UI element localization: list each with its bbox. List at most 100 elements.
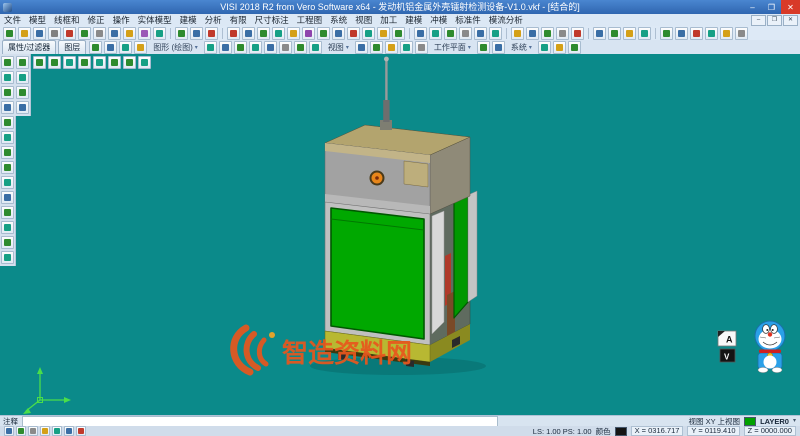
toolbar-icon[interactable] bbox=[675, 27, 688, 40]
machine-side-door-edge[interactable] bbox=[468, 191, 477, 302]
toolbar-icon[interactable] bbox=[459, 27, 472, 40]
status-toolbar-icon[interactable] bbox=[16, 426, 26, 436]
toolbar-icon[interactable] bbox=[63, 27, 76, 40]
toolbar-icon[interactable] bbox=[190, 27, 203, 40]
maximize-button[interactable]: ❐ bbox=[762, 0, 781, 14]
chevron-down-icon[interactable]: ▾ bbox=[793, 419, 796, 424]
menu-item[interactable]: 实体模型 bbox=[134, 14, 176, 26]
viewport-toolbar-icon[interactable] bbox=[108, 56, 121, 69]
toolbar-icon[interactable] bbox=[249, 41, 262, 54]
toolbar-icon[interactable] bbox=[3, 27, 16, 40]
current-color-swatch[interactable] bbox=[615, 427, 627, 436]
menu-item[interactable]: 工程图 bbox=[293, 14, 327, 26]
left-toolbar-icon[interactable] bbox=[1, 176, 14, 189]
toolbar-icon[interactable] bbox=[355, 41, 368, 54]
toolbar-icon[interactable] bbox=[234, 41, 247, 54]
toolbar-icon[interactable] bbox=[302, 27, 315, 40]
toolbar-icon[interactable] bbox=[608, 27, 621, 40]
viewport-toolbar-icon[interactable] bbox=[48, 56, 61, 69]
group-label-graphics[interactable]: 图形 (绘图) ▾ bbox=[153, 42, 198, 53]
toolbar-icon[interactable] bbox=[219, 41, 232, 54]
group-label-workplane[interactable]: 工作平面 ▾ bbox=[434, 42, 471, 53]
toolbar-icon[interactable] bbox=[227, 27, 240, 40]
toolbar-icon[interactable] bbox=[385, 41, 398, 54]
menu-item[interactable]: 模流分析 bbox=[485, 14, 527, 26]
menu-item[interactable]: 标准件 bbox=[451, 14, 485, 26]
toolbar-icon[interactable] bbox=[370, 41, 383, 54]
toolbar-icon[interactable] bbox=[444, 27, 457, 40]
toolbar-icon[interactable] bbox=[347, 27, 360, 40]
left-toolbar-icon[interactable] bbox=[1, 131, 14, 144]
machine-front-green-panel[interactable] bbox=[331, 208, 424, 339]
viewport-toolbar-icon[interactable] bbox=[123, 56, 136, 69]
toolbar-icon[interactable] bbox=[489, 27, 502, 40]
toolbar-icon[interactable] bbox=[414, 27, 427, 40]
toolbar-icon[interactable] bbox=[400, 41, 413, 54]
toolbar-icon[interactable] bbox=[93, 27, 106, 40]
status-toolbar-icon[interactable] bbox=[76, 426, 86, 436]
left-toolbar-icon[interactable] bbox=[16, 101, 29, 114]
toolbar-icon[interactable] bbox=[134, 41, 147, 54]
menu-item[interactable]: 有限 bbox=[226, 14, 251, 26]
menu-item[interactable]: 分析 bbox=[201, 14, 226, 26]
toolbar-icon[interactable] bbox=[660, 27, 673, 40]
status-toolbar-icon[interactable] bbox=[28, 426, 38, 436]
menu-item[interactable]: 操作 bbox=[109, 14, 134, 26]
toolbar-icon[interactable] bbox=[638, 27, 651, 40]
menu-item[interactable]: 视图 bbox=[351, 14, 376, 26]
close-button[interactable]: ✕ bbox=[781, 0, 800, 14]
menu-item[interactable]: 线框和 bbox=[50, 14, 84, 26]
toolbar-icon[interactable] bbox=[309, 41, 322, 54]
toolbar-icon[interactable] bbox=[104, 41, 117, 54]
left-toolbar-icon[interactable] bbox=[16, 56, 29, 69]
mdi-minimize-button[interactable]: – bbox=[751, 15, 766, 26]
toolbar-icon[interactable] bbox=[272, 27, 285, 40]
group-label-system[interactable]: 系统 ▾ bbox=[511, 42, 532, 53]
left-toolbar-icon[interactable] bbox=[1, 71, 14, 84]
toolbar-icon[interactable] bbox=[556, 27, 569, 40]
ribbon-tab[interactable]: 属性/过滤器 bbox=[2, 40, 56, 54]
toolbar-icon[interactable] bbox=[705, 27, 718, 40]
toolbar-icon[interactable] bbox=[257, 27, 270, 40]
mdi-close-button[interactable]: ✕ bbox=[783, 15, 798, 26]
toolbar-icon[interactable] bbox=[317, 27, 330, 40]
ribbon-tab[interactable]: 图层 bbox=[58, 40, 86, 54]
toolbar-icon[interactable] bbox=[264, 41, 277, 54]
minimize-button[interactable]: – bbox=[743, 0, 762, 14]
viewport-toolbar-icon[interactable] bbox=[63, 56, 76, 69]
group-label-view[interactable]: 视图 ▾ bbox=[328, 42, 349, 53]
toolbar-icon[interactable] bbox=[204, 41, 217, 54]
menu-item[interactable]: 修正 bbox=[84, 14, 109, 26]
toolbar-icon[interactable] bbox=[332, 27, 345, 40]
toolbar-icon[interactable] bbox=[553, 41, 566, 54]
menu-item[interactable]: 建模 bbox=[401, 14, 426, 26]
toolbar-icon[interactable] bbox=[48, 27, 61, 40]
toolbar-icon[interactable] bbox=[541, 27, 554, 40]
left-toolbar-icon[interactable] bbox=[1, 86, 14, 99]
toolbar-icon[interactable] bbox=[477, 41, 490, 54]
viewport-toolbar-icon[interactable] bbox=[138, 56, 151, 69]
toolbar-icon[interactable] bbox=[690, 27, 703, 40]
toolbar-icon[interactable] bbox=[623, 27, 636, 40]
toolbar-icon[interactable] bbox=[153, 27, 166, 40]
toolbar-icon[interactable] bbox=[735, 27, 748, 40]
toolbar-icon[interactable] bbox=[18, 27, 31, 40]
toolbar-icon[interactable] bbox=[287, 27, 300, 40]
left-toolbar-icon[interactable] bbox=[1, 56, 14, 69]
status-toolbar-icon[interactable] bbox=[64, 426, 74, 436]
machine-control-panel[interactable] bbox=[404, 161, 428, 187]
left-toolbar-icon[interactable] bbox=[1, 236, 14, 249]
menu-item[interactable]: 文件 bbox=[0, 14, 25, 26]
left-toolbar-icon[interactable] bbox=[16, 71, 29, 84]
machine-side-white-strip[interactable] bbox=[432, 211, 444, 334]
status-toolbar-icon[interactable] bbox=[40, 426, 50, 436]
toolbar-icon[interactable] bbox=[526, 27, 539, 40]
viewport-toolbar-icon[interactable] bbox=[33, 56, 46, 69]
mdi-restore-button[interactable]: ❐ bbox=[767, 15, 782, 26]
viewport-toolbar-icon[interactable] bbox=[78, 56, 91, 69]
toolbar-icon[interactable] bbox=[362, 27, 375, 40]
toolbar-icon[interactable] bbox=[89, 41, 102, 54]
machine-side-green-panel[interactable] bbox=[454, 195, 468, 318]
status-toolbar-icon[interactable] bbox=[52, 426, 62, 436]
toolbar-icon[interactable] bbox=[242, 27, 255, 40]
